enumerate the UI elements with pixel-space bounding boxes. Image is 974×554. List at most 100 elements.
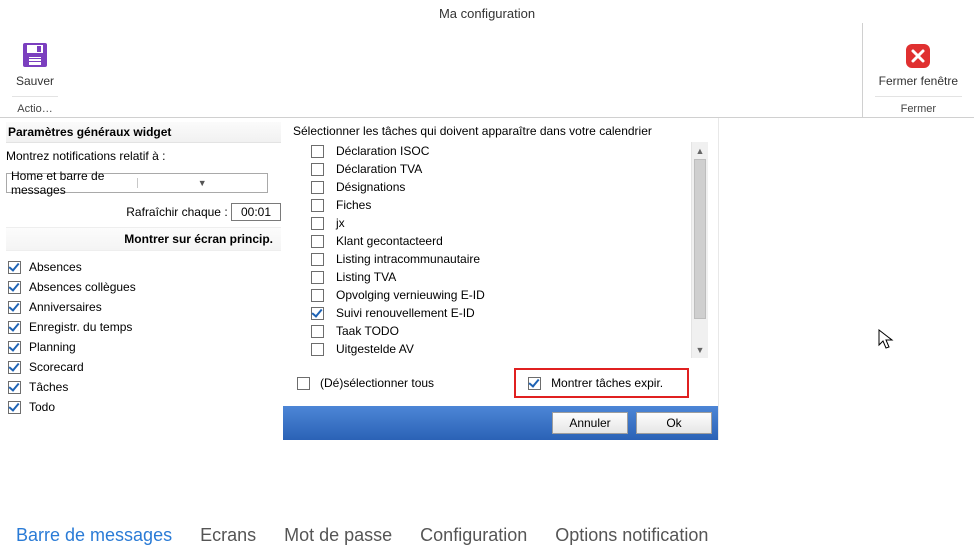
dialog-footer: Annuler Ok [283, 406, 718, 440]
left-list-item-label: Planning [29, 340, 76, 354]
notifications-mode-value: Home et barre de messages [7, 169, 137, 197]
left-list-item-label: Tâches [29, 380, 68, 394]
checkbox-icon [528, 377, 541, 390]
close-icon [904, 42, 932, 70]
task-list-item[interactable]: Désignations [309, 178, 691, 196]
checkbox-icon [8, 301, 21, 314]
scroll-down-arrow[interactable]: ▼ [692, 341, 708, 358]
footer-tab[interactable]: Configuration [420, 525, 527, 546]
chevron-down-icon: ▼ [137, 178, 268, 188]
left-list-item-label: Absences [29, 260, 82, 274]
show-expired-checkbox[interactable]: Montrer tâches expir. [528, 376, 663, 390]
task-list-item[interactable]: Klant gecontacteerd [309, 232, 691, 250]
left-subheader: Montrer sur écran princip. [6, 227, 281, 251]
task-list-item[interactable]: Fiches [309, 196, 691, 214]
ribbon-section-actions: Actio… [12, 96, 58, 115]
left-list-item-label: Enregistr. du temps [29, 320, 132, 334]
task-list-item[interactable]: Déclaration TVA [309, 160, 691, 178]
checkbox-icon [8, 341, 21, 354]
checkbox-icon [311, 271, 324, 284]
cancel-button[interactable]: Annuler [552, 412, 628, 434]
task-list-item-label: Klant gecontacteerd [336, 234, 443, 248]
checkbox-icon [8, 401, 21, 414]
show-expired-label: Montrer tâches expir. [551, 376, 663, 390]
notifications-mode-label: Montrez notifications relatif à : [6, 149, 281, 163]
checkbox-icon [311, 289, 324, 302]
window-title: Ma configuration [0, 0, 974, 23]
checkbox-icon [8, 321, 21, 334]
left-list-item[interactable]: Planning [6, 337, 281, 357]
task-list-item[interactable]: Listing TVA [309, 268, 691, 286]
task-list-item-label: Listing intracommunautaire [336, 252, 480, 266]
checkbox-icon [311, 343, 324, 356]
left-panel-header: Paramètres généraux widget [6, 122, 281, 143]
checkbox-icon [311, 145, 324, 158]
checkbox-icon [311, 235, 324, 248]
left-list-item-label: Anniversaires [29, 300, 102, 314]
task-list-item[interactable]: Taak TODO [309, 322, 691, 340]
scroll-thumb[interactable] [694, 159, 706, 319]
left-list-item[interactable]: Absences collègues [6, 277, 281, 297]
task-list-item-label: Uitgestelde AV [336, 342, 414, 356]
ribbon-section-close: Fermer [875, 96, 962, 115]
footer-tab[interactable]: Barre de messages [16, 525, 172, 546]
task-list-item-label: Listing TVA [336, 270, 396, 284]
task-list-item[interactable]: Suivi renouvellement E-ID [309, 304, 691, 322]
task-list-item[interactable]: Déclaration ISOC [309, 142, 691, 160]
task-list-item-label: Suivi renouvellement E-ID [336, 306, 475, 320]
footer-tab[interactable]: Mot de passe [284, 525, 392, 546]
save-button[interactable]: Sauver [12, 36, 58, 92]
checkbox-icon [311, 325, 324, 338]
left-list-item[interactable]: Tâches [6, 377, 281, 397]
footer-tabs: Barre de messages Ecrans Mot de passe Confi… [16, 525, 708, 546]
task-list-item-label: Taak TODO [336, 324, 399, 338]
checkbox-icon [8, 381, 21, 394]
task-list-item[interactable]: Listing intracommunautaire [309, 250, 691, 268]
task-list-item-label: Désignations [336, 180, 405, 194]
checkbox-icon [297, 377, 310, 390]
checkbox-icon [311, 307, 324, 320]
close-window-label: Fermer fenêtre [879, 74, 958, 88]
footer-tab[interactable]: Options notification [555, 525, 708, 546]
task-list-item-label: Fiches [336, 198, 371, 212]
tasks-dialog: Sélectionner les tâches qui doivent appa… [283, 118, 719, 440]
task-list-item-label: Opvolging vernieuwing E-ID [336, 288, 485, 302]
ribbon: Sauver Actio… Fermer fenêtre Fermer [0, 23, 974, 118]
checkbox-icon [8, 281, 21, 294]
scroll-up-arrow[interactable]: ▲ [692, 142, 708, 159]
scrollbar[interactable]: ▲ ▼ [691, 142, 708, 358]
left-list-item[interactable]: Absences [6, 257, 281, 277]
task-list-item-label: Déclaration TVA [336, 162, 422, 176]
refresh-label: Rafraîchir chaque : [126, 205, 227, 219]
left-list-item-label: Todo [29, 400, 55, 414]
checkbox-icon [8, 361, 21, 374]
task-list-item[interactable]: Opvolging vernieuwing E-ID [309, 286, 691, 304]
save-button-label: Sauver [16, 74, 54, 88]
refresh-interval-input[interactable]: 00:01 [231, 203, 281, 221]
task-list-item-label: jx [336, 216, 345, 230]
checkbox-icon [8, 261, 21, 274]
left-list-item-label: Scorecard [29, 360, 84, 374]
ok-button[interactable]: Ok [636, 412, 712, 434]
checkbox-icon [311, 199, 324, 212]
left-list-item[interactable]: Scorecard [6, 357, 281, 377]
checkbox-icon [311, 253, 324, 266]
close-window-button[interactable]: Fermer fenêtre [875, 38, 962, 92]
checkbox-icon [311, 181, 324, 194]
save-icon [20, 40, 50, 70]
left-list-item[interactable]: Anniversaires [6, 297, 281, 317]
select-all-checkbox[interactable]: (Dé)sélectionner tous [297, 376, 434, 390]
notifications-mode-select[interactable]: Home et barre de messages ▼ [6, 173, 268, 193]
checkbox-icon [311, 163, 324, 176]
task-list-item[interactable]: jx [309, 214, 691, 232]
dialog-instruction: Sélectionner les tâches qui doivent appa… [293, 124, 708, 138]
left-list-item[interactable]: Todo [6, 397, 281, 417]
left-list-item-label: Absences collègues [29, 280, 136, 294]
left-list-item[interactable]: Enregistr. du temps [6, 317, 281, 337]
task-list-item-label: Déclaration ISOC [336, 144, 429, 158]
footer-tab[interactable]: Ecrans [200, 525, 256, 546]
task-list-item[interactable]: Uitgestelde AV [309, 340, 691, 358]
checkbox-icon [311, 217, 324, 230]
select-all-label: (Dé)sélectionner tous [320, 376, 434, 390]
highlight-show-expired: Montrer tâches expir. [514, 368, 689, 398]
